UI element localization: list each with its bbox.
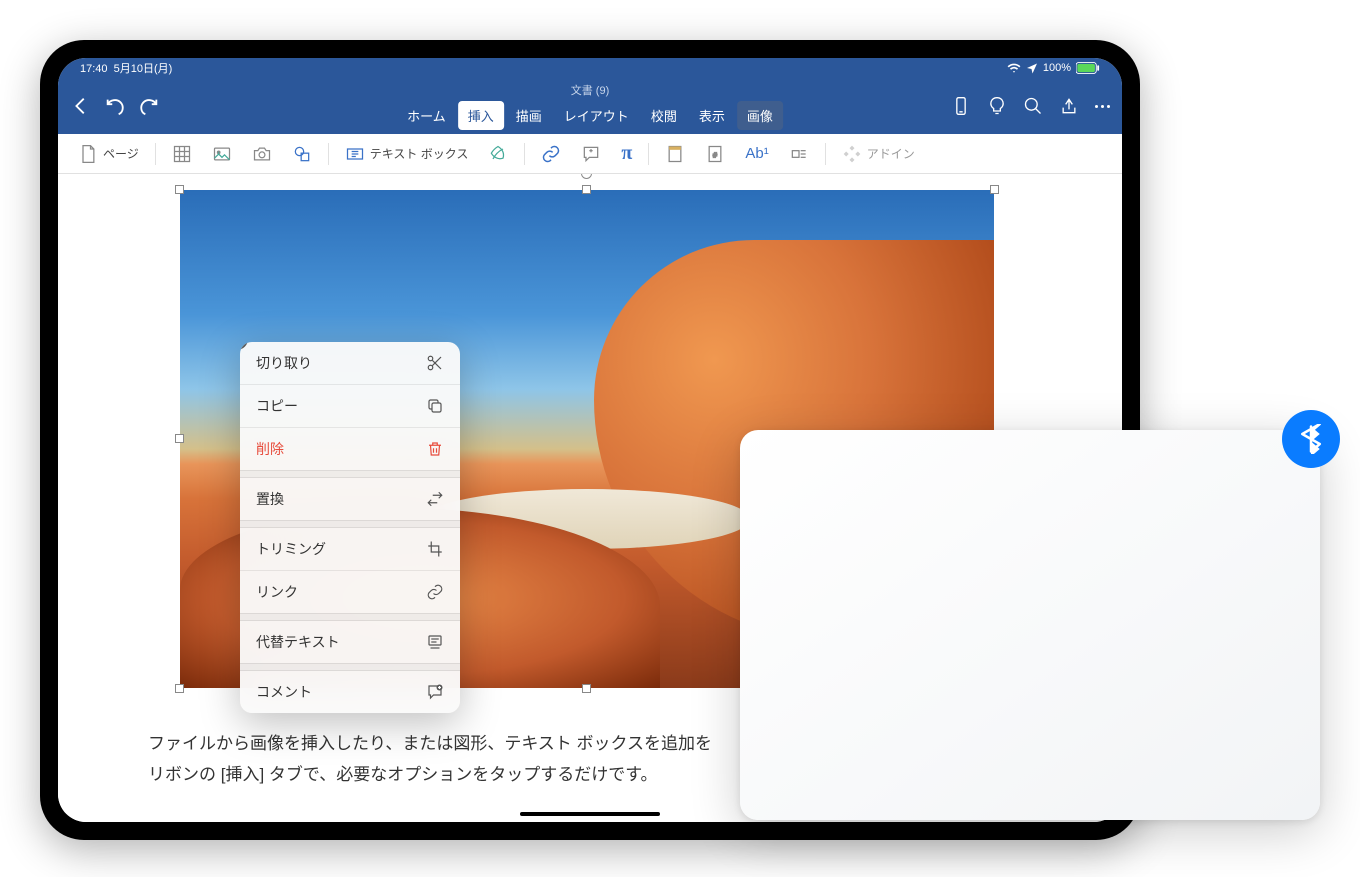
ribbon-wrap[interactable]: [783, 140, 815, 168]
device-icon[interactable]: [951, 96, 971, 116]
share-icon[interactable]: [1059, 96, 1079, 116]
status-time: 17:40: [80, 63, 108, 75]
tab-insert[interactable]: 挿入: [458, 101, 504, 130]
footnote-icon: Ab¹: [745, 145, 768, 162]
textbox-icon: [345, 144, 365, 164]
shapes-icon: [292, 144, 312, 164]
swap-icon: [426, 490, 444, 508]
ribbon-pagenumber[interactable]: #: [699, 140, 731, 168]
bluetooth-badge: [1282, 410, 1340, 468]
back-icon[interactable]: [70, 95, 92, 117]
redo-icon[interactable]: [138, 95, 160, 117]
tips-icon[interactable]: [987, 96, 1007, 116]
resize-handle-bl[interactable]: [175, 684, 184, 693]
wrap-icon: [789, 144, 809, 164]
context-menu: 切り取り コピー 削除 置換 トリミング: [240, 342, 460, 713]
copy-icon: [426, 397, 444, 415]
page-icon: [78, 144, 98, 164]
status-date: 5月10日(月): [114, 63, 173, 75]
tab-view[interactable]: 表示: [689, 101, 735, 130]
tab-review[interactable]: 校閲: [641, 101, 687, 130]
resize-handle-ml[interactable]: [175, 434, 184, 443]
ribbon-addin[interactable]: アドイン: [836, 140, 921, 168]
header-icon: [665, 144, 685, 164]
table-icon: [172, 144, 192, 164]
resize-handle-tl[interactable]: [175, 185, 184, 194]
ribbon-icons[interactable]: [482, 140, 514, 168]
document-title[interactable]: 文書 (9): [571, 82, 610, 98]
link-icon: [541, 144, 561, 164]
rotate-handle[interactable]: [581, 174, 592, 179]
picture-icon: [212, 144, 232, 164]
undo-icon[interactable]: [104, 95, 126, 117]
ribbon-picture[interactable]: [206, 140, 238, 168]
scissors-icon: [426, 354, 444, 372]
menu-comment[interactable]: コメント: [240, 671, 460, 713]
pi-icon: π: [621, 142, 632, 165]
menu-alt-text[interactable]: 代替テキスト: [240, 621, 460, 663]
status-bar: 17:40 5月10日(月) 100%: [58, 58, 1122, 78]
ribbon-header[interactable]: [659, 140, 691, 168]
menu-link[interactable]: リンク: [240, 571, 460, 613]
tab-draw[interactable]: 描画: [506, 101, 552, 130]
comment-add-icon: [426, 683, 444, 701]
crop-icon: [426, 540, 444, 558]
ribbon-camera[interactable]: [246, 140, 278, 168]
ribbon-tabs: ホーム 挿入 描画 レイアウト 校閲 表示 画像: [397, 101, 783, 130]
ribbon-footnote[interactable]: Ab¹: [739, 141, 774, 166]
ribbon-page[interactable]: ページ: [72, 140, 145, 168]
number-icon: #: [705, 144, 725, 164]
bluetooth-icon: [1296, 424, 1326, 454]
insert-ribbon: ページ テキスト ボックス π # Ab¹: [58, 134, 1122, 174]
tab-layout[interactable]: レイアウト: [554, 101, 639, 130]
more-icon[interactable]: [1095, 105, 1110, 108]
camera-icon: [252, 144, 272, 164]
app-header: 文書 (9) ホーム 挿入 描画 レイアウト 校閲 表示 画像: [58, 78, 1122, 134]
ribbon-equation[interactable]: π: [615, 138, 638, 169]
chain-icon: [426, 583, 444, 601]
menu-replace[interactable]: 置換: [240, 478, 460, 520]
comment-icon: [581, 144, 601, 164]
ribbon-textbox[interactable]: テキスト ボックス: [339, 140, 475, 168]
wifi-icon: [1007, 61, 1021, 75]
ribbon-comment[interactable]: [575, 140, 607, 168]
status-left: 17:40 5月10日(月): [80, 60, 172, 76]
battery-percent: 100%: [1043, 62, 1071, 74]
alt-text-icon: [426, 633, 444, 651]
menu-cut[interactable]: 切り取り: [240, 342, 460, 384]
tab-picture[interactable]: 画像: [737, 101, 783, 130]
status-right: 100%: [1007, 61, 1100, 75]
addin-icon: [842, 144, 862, 164]
svg-text:#: #: [713, 150, 718, 159]
ribbon-link[interactable]: [535, 140, 567, 168]
resize-handle-bm[interactable]: [582, 684, 591, 693]
resize-handle-tm[interactable]: [582, 185, 591, 194]
battery-icon: [1076, 62, 1100, 74]
leaf-icon: [488, 144, 508, 164]
search-icon[interactable]: [1023, 96, 1043, 116]
location-icon: [1026, 62, 1038, 74]
menu-crop[interactable]: トリミング: [240, 528, 460, 570]
resize-handle-tr[interactable]: [990, 185, 999, 194]
tab-home[interactable]: ホーム: [397, 101, 456, 130]
trash-icon: [426, 440, 444, 458]
home-indicator[interactable]: [520, 812, 660, 816]
menu-delete[interactable]: 削除: [240, 428, 460, 470]
ribbon-table[interactable]: [166, 140, 198, 168]
magic-trackpad: [740, 430, 1320, 820]
ribbon-shapes[interactable]: [286, 140, 318, 168]
menu-copy[interactable]: コピー: [240, 385, 460, 427]
